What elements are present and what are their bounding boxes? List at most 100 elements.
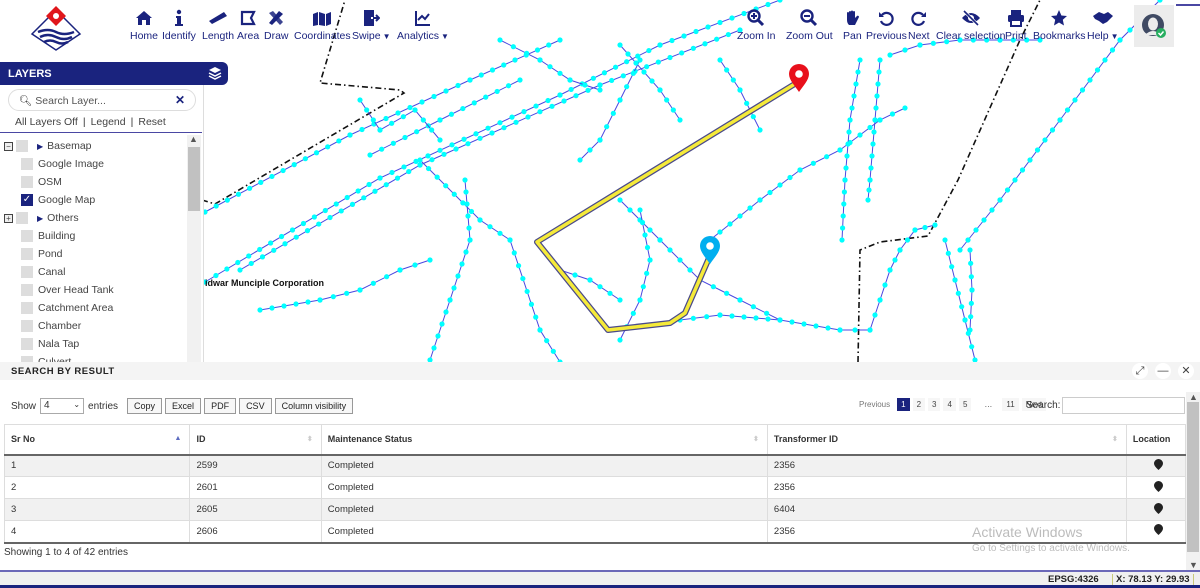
- minimize-icon[interactable]: —: [1155, 363, 1171, 379]
- length-button[interactable]: Length: [202, 8, 234, 42]
- network-node: [710, 284, 716, 290]
- layer-item-pond[interactable]: Pond: [21, 245, 63, 263]
- checkbox[interactable]: [16, 212, 28, 224]
- page-button-3[interactable]: 3: [928, 398, 941, 411]
- page-button-11[interactable]: 11: [1002, 398, 1019, 411]
- layer-item-over-head-tank[interactable]: Over Head Tank: [21, 281, 114, 299]
- analytics-button[interactable]: Analytics ▼: [397, 8, 449, 42]
- help-button[interactable]: Help ▼: [1087, 8, 1119, 42]
- results-scrollbar[interactable]: ▲ ▼: [1186, 392, 1200, 570]
- draw-button[interactable]: Draw: [264, 8, 289, 42]
- network-node: [644, 64, 650, 70]
- network-node: [737, 213, 743, 219]
- csv-button[interactable]: CSV: [239, 398, 272, 414]
- layer-item-osm[interactable]: OSM: [21, 173, 62, 191]
- previous-button[interactable]: Previous: [866, 8, 907, 42]
- excel-button[interactable]: Excel: [165, 398, 202, 414]
- coordinates-button[interactable]: Coordinates: [294, 8, 351, 42]
- checkbox[interactable]: [21, 338, 33, 350]
- zoom-in-button[interactable]: Zoom In: [737, 8, 776, 42]
- swipe-button[interactable]: Swipe ▼: [352, 8, 391, 42]
- checkbox[interactable]: [21, 248, 33, 260]
- layer-group-basemap[interactable]: − ▶ Basemap: [4, 137, 92, 155]
- checkbox[interactable]: [21, 176, 33, 188]
- page-length-select[interactable]: 4 ⌄: [40, 398, 85, 414]
- location-pin-icon[interactable]: [1125, 498, 1187, 521]
- pdf-button[interactable]: PDF: [204, 398, 237, 414]
- layer-item-chamber[interactable]: Chamber: [21, 317, 81, 335]
- close-icon[interactable]: ✕: [1178, 363, 1194, 379]
- checkbox[interactable]: [16, 140, 28, 152]
- pan-button[interactable]: Pan: [843, 8, 862, 42]
- area-button[interactable]: Area: [237, 8, 259, 42]
- all-layers-off-link[interactable]: All Layers Off: [15, 116, 78, 128]
- checkbox-checked[interactable]: ✓: [21, 194, 33, 206]
- network-node: [1094, 67, 1101, 73]
- network-node: [617, 337, 623, 343]
- table-row[interactable]: 2 2601 Completed 2356: [3, 476, 1187, 499]
- checkbox[interactable]: [21, 266, 33, 278]
- page-button-2[interactable]: 2: [912, 398, 926, 411]
- checkbox[interactable]: [21, 158, 33, 170]
- maximize-icon[interactable]: ⤢: [1132, 363, 1148, 379]
- previous-page-button[interactable]: Previous: [855, 398, 894, 411]
- clear-search-icon[interactable]: ✕: [175, 93, 185, 107]
- clear-selection-button[interactable]: Clear selection: [936, 8, 1005, 42]
- layer-scrollbar[interactable]: ▲: [187, 134, 201, 362]
- network-node: [447, 297, 453, 303]
- table-row[interactable]: 3 2605 Completed 6404: [3, 498, 1187, 521]
- table-row[interactable]: 1 2599 Completed 2356: [3, 454, 1187, 477]
- page-button-4[interactable]: 4: [943, 398, 956, 411]
- location-pin-icon[interactable]: [1125, 520, 1187, 544]
- checkbox[interactable]: [21, 320, 33, 332]
- page-button-1[interactable]: 1: [897, 398, 910, 411]
- user-avatar-button[interactable]: [1134, 5, 1174, 47]
- network-node: [293, 234, 299, 240]
- checkbox[interactable]: [21, 302, 33, 314]
- checkbox[interactable]: [21, 230, 33, 242]
- network-node: [455, 82, 461, 89]
- network-node: [537, 109, 543, 115]
- column-visibility-button[interactable]: Column visibility: [274, 398, 354, 414]
- expand-icon[interactable]: +: [4, 213, 13, 223]
- checkbox[interactable]: [21, 284, 33, 296]
- layer-item-nala-tap[interactable]: Nala Tap: [21, 335, 79, 353]
- network-node: [517, 77, 523, 83]
- location-pin-icon[interactable]: [1125, 476, 1187, 499]
- layer-group-others[interactable]: + ▶ Others: [4, 209, 79, 227]
- scrollbar-thumb[interactable]: [188, 147, 200, 211]
- collapse-icon[interactable]: −: [4, 141, 13, 151]
- bookmarks-button[interactable]: Bookmarks: [1033, 8, 1086, 42]
- next-button[interactable]: Next: [908, 8, 930, 42]
- column-header-sr-no[interactable]: Sr No ▲: [3, 424, 191, 456]
- reset-link[interactable]: Reset: [138, 116, 165, 128]
- network-node: [670, 107, 676, 113]
- home-button[interactable]: Home: [130, 8, 158, 42]
- layer-item-google-map[interactable]: ✓ Google Map: [21, 191, 95, 209]
- scroll-down-icon[interactable]: ▼: [1189, 560, 1198, 570]
- column-header-transformer-id[interactable]: Transformer ID ⬍: [766, 424, 1127, 456]
- scroll-up-icon[interactable]: ▲: [189, 134, 198, 144]
- scroll-up-icon[interactable]: ▲: [1189, 392, 1198, 402]
- scrollbar-thumb[interactable]: [1187, 402, 1199, 552]
- print-button[interactable]: Print: [1005, 8, 1027, 42]
- column-header-id[interactable]: ID ⬍: [189, 424, 322, 456]
- legend-link[interactable]: Legend: [91, 116, 126, 128]
- table-search-input[interactable]: [1062, 397, 1185, 414]
- network-node: [1127, 27, 1133, 33]
- column-header-maintenance-status[interactable]: Maintenance Status ⬍: [320, 424, 768, 456]
- layer-item-culvert[interactable]: Culvert: [21, 353, 71, 362]
- layer-item-catchment-area[interactable]: Catchment Area: [21, 299, 113, 317]
- identify-button[interactable]: Identify: [162, 8, 196, 42]
- layer-item-canal[interactable]: Canal: [21, 263, 65, 281]
- layer-search-input[interactable]: 🔍︎ Search Layer... ✕: [8, 89, 196, 111]
- network-node: [487, 224, 493, 230]
- layers-stack-icon[interactable]: [208, 66, 222, 83]
- copy-button[interactable]: Copy: [127, 398, 163, 414]
- zoom-out-button[interactable]: Zoom Out: [786, 8, 833, 42]
- location-pin-icon[interactable]: [1125, 454, 1187, 477]
- ruler-icon: [208, 8, 228, 28]
- layer-item-building[interactable]: Building: [21, 227, 75, 245]
- page-button-5[interactable]: 5: [958, 398, 972, 411]
- layer-item-google-image[interactable]: Google Image: [21, 155, 104, 173]
